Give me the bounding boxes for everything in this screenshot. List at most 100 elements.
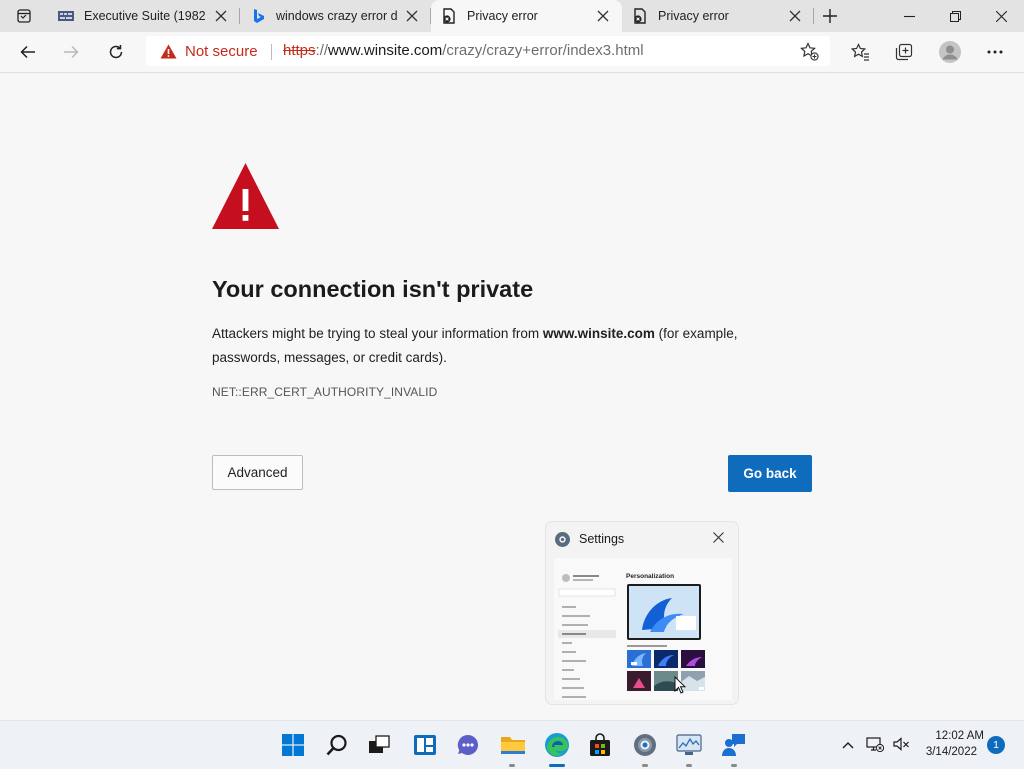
- preview-heading: Personalization: [626, 573, 674, 580]
- restore-icon: [949, 10, 961, 22]
- edge-icon: [545, 733, 569, 757]
- grid-favicon: [58, 11, 74, 21]
- widgets-button[interactable]: [409, 729, 441, 761]
- warning-triangle-icon: [160, 44, 177, 58]
- settings-gear-icon: [634, 734, 656, 756]
- close-icon[interactable]: [713, 532, 724, 543]
- url-path: /crazy/crazy+error/index3.html: [442, 42, 644, 59]
- url-host: www.winsite.com: [328, 42, 443, 59]
- more-icon: [987, 50, 1003, 54]
- teams-chat-icon: [457, 734, 478, 755]
- store-button[interactable]: [584, 729, 616, 761]
- thumbnail-preview: Personalization: [554, 558, 732, 700]
- profile-button[interactable]: [934, 36, 966, 68]
- folder-icon: [501, 737, 525, 754]
- notification-badge[interactable]: 1: [987, 736, 1005, 754]
- restore-button[interactable]: [932, 0, 978, 32]
- tab-privacy-error[interactable]: Privacy error: [622, 0, 814, 32]
- tab-executive-suite[interactable]: Executive Suite (1982) |: [48, 0, 240, 32]
- add-favorite-button[interactable]: [800, 42, 820, 62]
- tab-title: Privacy error: [658, 9, 729, 23]
- security-indicator[interactable]: Not secure: [160, 36, 258, 66]
- description-host: www.winsite.com: [542, 326, 655, 341]
- search-icon: [326, 734, 347, 756]
- tab-strip: Executive Suite (1982) | windows crazy e…: [0, 0, 1024, 32]
- refresh-icon: [109, 45, 123, 59]
- avatar-icon: [939, 41, 961, 63]
- show-hidden-icons-button[interactable]: [838, 735, 858, 755]
- monitor-graph-icon: [676, 734, 702, 755]
- forward-arrow-icon: [64, 45, 79, 59]
- plus-icon: [823, 9, 837, 23]
- back-arrow-icon: [20, 45, 35, 59]
- volume-button[interactable]: [892, 735, 912, 755]
- new-tab-button[interactable]: [818, 4, 842, 28]
- collections-icon: [895, 43, 913, 61]
- tab-windows-crazy-error[interactable]: windows crazy error do: [240, 0, 431, 32]
- clock-date[interactable]: 3/14/2022: [920, 746, 977, 758]
- chat-button[interactable]: [452, 729, 484, 761]
- tab-title: Privacy error: [467, 9, 538, 23]
- volume-muted-icon: [893, 737, 909, 751]
- address-bar[interactable]: Not secure https://www.winsite.com/crazy…: [146, 36, 830, 66]
- quick-assist-icon: [722, 734, 745, 756]
- tab-actions-button[interactable]: [12, 6, 36, 26]
- privacy-error-icon: [634, 8, 646, 24]
- file-explorer-button[interactable]: [497, 729, 529, 761]
- go-back-button[interactable]: Go back: [728, 455, 812, 492]
- chevron-up-icon: [842, 742, 854, 749]
- settings-window-preview: Personalization: [554, 558, 732, 700]
- back-button[interactable]: [12, 36, 44, 68]
- forward-button[interactable]: [55, 36, 87, 68]
- minimize-icon: [903, 15, 915, 17]
- settings-gear-icon: [555, 532, 570, 547]
- refresh-button[interactable]: [100, 36, 132, 68]
- close-tab-icon[interactable]: [788, 9, 802, 23]
- favorites-icon: [850, 43, 869, 61]
- url-scheme: https: [283, 42, 316, 59]
- settings-app-button[interactable]: [629, 729, 661, 761]
- running-indicator: [731, 764, 737, 767]
- task-view-icon: [369, 735, 390, 753]
- url-text[interactable]: https://www.winsite.com/crazy/crazy+erro…: [283, 36, 644, 66]
- thumbnail-title: Settings: [579, 532, 625, 546]
- settings-menu-button[interactable]: [979, 36, 1011, 68]
- resource-monitor-button[interactable]: [673, 729, 705, 761]
- task-view-button[interactable]: [363, 729, 395, 761]
- clock-time[interactable]: 12:02 AM: [920, 730, 984, 742]
- close-icon: [995, 10, 1007, 22]
- network-icon: [866, 737, 885, 753]
- store-bag-icon: [590, 733, 610, 756]
- url-separator: ://: [315, 42, 329, 59]
- error-code[interactable]: NET::ERR_CERT_AUTHORITY_INVALID: [212, 385, 437, 399]
- network-status-button[interactable]: [866, 735, 886, 755]
- tab-actions-icon: [17, 9, 31, 23]
- start-button[interactable]: [277, 729, 309, 761]
- windows-logo-icon: [282, 734, 304, 756]
- tab-privacy-error-active[interactable]: Privacy error: [431, 0, 622, 32]
- mouse-cursor-icon: [674, 676, 686, 694]
- not-secure-label: Not secure: [185, 42, 258, 60]
- tab-title: Executive Suite (1982) |: [84, 9, 206, 23]
- collections-button[interactable]: [888, 36, 920, 68]
- widgets-icon: [414, 735, 436, 755]
- advanced-button[interactable]: Advanced: [212, 455, 303, 490]
- error-description: Attackers might be trying to steal your …: [212, 322, 792, 370]
- taskbar: 12:02 AM 3/14/2022 1: [0, 720, 1024, 769]
- bing-icon: [254, 9, 264, 23]
- minimize-button[interactable]: [886, 0, 932, 32]
- tab-title: windows crazy error do: [276, 9, 397, 23]
- close-tab-icon[interactable]: [596, 9, 610, 23]
- edge-button[interactable]: [541, 729, 573, 761]
- search-button[interactable]: [321, 729, 353, 761]
- quick-assist-button[interactable]: [717, 729, 749, 761]
- page-title: Your connection isn't private: [212, 276, 534, 302]
- close-tab-icon[interactable]: [214, 9, 228, 23]
- running-indicator: [686, 764, 692, 767]
- running-indicator: [509, 764, 515, 767]
- browser-toolbar: Not secure https://www.winsite.com/crazy…: [0, 32, 1024, 73]
- close-window-button[interactable]: [978, 0, 1024, 32]
- close-tab-icon[interactable]: [405, 9, 419, 23]
- favorites-button[interactable]: [844, 36, 876, 68]
- taskbar-thumbnail-settings[interactable]: Settings Personalization: [546, 522, 738, 704]
